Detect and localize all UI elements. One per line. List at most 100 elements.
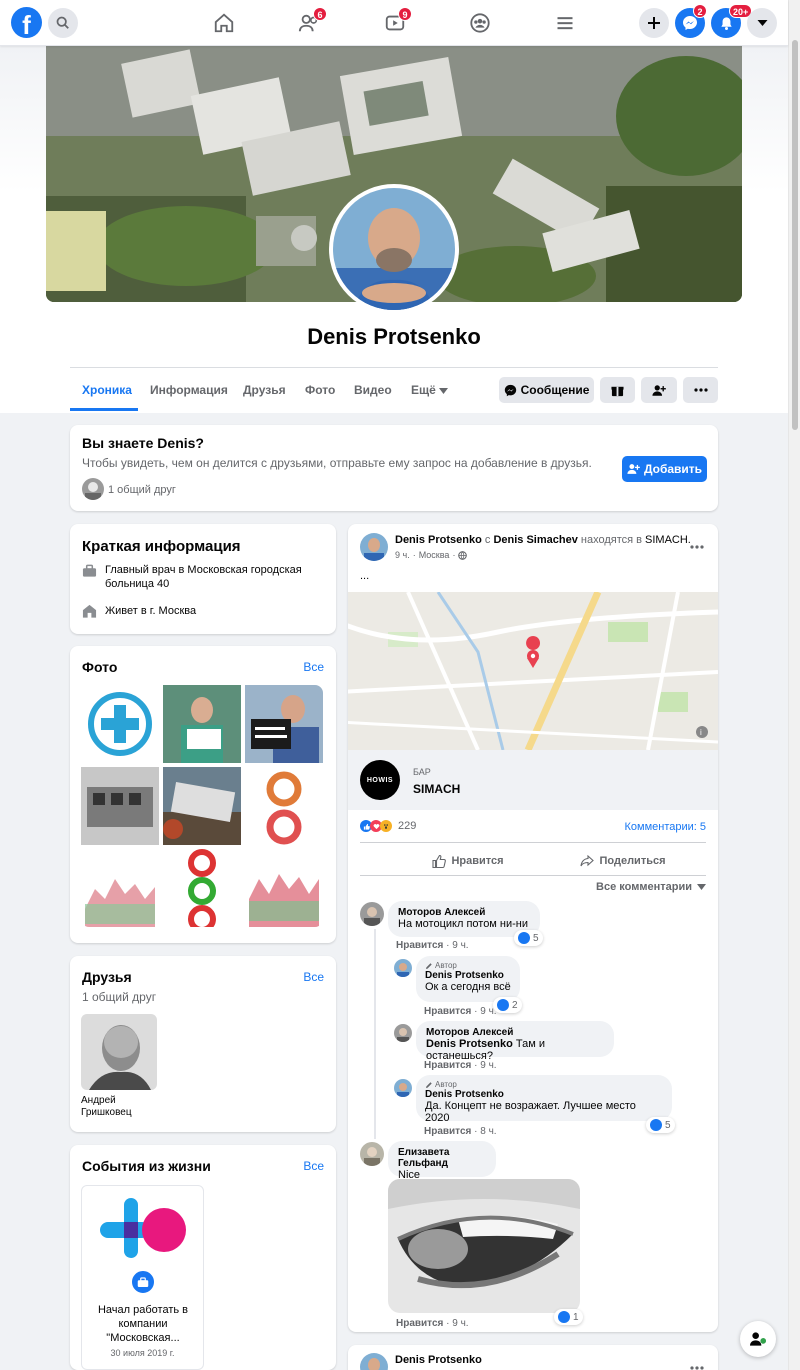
more-options-button[interactable] xyxy=(683,377,718,403)
comment-time[interactable]: 9 ч. xyxy=(480,1060,496,1071)
comment-author[interactable]: Denis Protsenko xyxy=(425,970,511,981)
post-author-avatar[interactable] xyxy=(360,533,388,561)
tab-photos[interactable]: Фото xyxy=(305,383,335,397)
place-category: БАР xyxy=(413,767,431,777)
facebook-logo-icon[interactable]: f xyxy=(11,7,42,38)
post-options-button[interactable] xyxy=(690,538,704,552)
post-tagged-friend[interactable]: Denis Simachev xyxy=(493,534,577,546)
mutual-friends-count[interactable]: 1 общий друг xyxy=(108,484,176,496)
photo-thumbnail[interactable] xyxy=(163,685,241,763)
home-icon[interactable] xyxy=(212,11,236,35)
page-scrollbar[interactable] xyxy=(788,0,800,1370)
post-place-link[interactable]: SIMACH. xyxy=(645,534,691,546)
photos-title: Фото xyxy=(82,659,118,675)
divider xyxy=(360,842,706,843)
post-time[interactable]: 9 ч. xyxy=(395,550,410,560)
search-icon xyxy=(56,16,69,29)
comment-reactions[interactable]: 5 xyxy=(646,1117,675,1133)
life-events-see-all-link[interactable]: Все xyxy=(303,1159,324,1173)
friend-photo[interactable] xyxy=(81,1014,157,1090)
message-button[interactable]: Сообщение xyxy=(499,377,594,403)
thumbs-up-icon xyxy=(432,854,447,868)
friends-see-all-link[interactable]: Все xyxy=(303,970,324,984)
add-friend-small-button[interactable] xyxy=(641,377,677,403)
comment-author[interactable]: Denis Protsenko xyxy=(425,1089,663,1100)
comment-time[interactable]: 9 ч. xyxy=(452,1318,468,1329)
profile-avatar[interactable] xyxy=(329,184,459,314)
all-comments-filter[interactable]: Все комментарии xyxy=(596,881,706,893)
place-card[interactable]: HOWIS БАР SIMACH xyxy=(348,750,718,810)
comment-text: Да. Концепт не возражает. Лучшее место 2… xyxy=(425,1100,636,1124)
all-comments-label: Все комментарии xyxy=(596,881,692,893)
comments-count-link[interactable]: Комментарии: 5 xyxy=(624,821,706,833)
pencil-icon xyxy=(426,962,432,969)
photo-thumbnail[interactable] xyxy=(81,685,159,763)
commenter-avatar[interactable] xyxy=(360,902,384,926)
photos-card: Фото Все xyxy=(70,646,336,943)
briefcase-icon xyxy=(129,1268,157,1296)
comment-like-link[interactable]: Нравится xyxy=(424,1126,471,1137)
account-button[interactable] xyxy=(747,8,777,38)
commenter-avatar[interactable] xyxy=(394,1024,412,1042)
reactions-summary[interactable]: 229 xyxy=(360,820,416,832)
new-message-fab[interactable] xyxy=(740,1321,776,1357)
comment-author[interactable]: Моторов Алексей xyxy=(398,907,530,918)
tab-friends[interactable]: Друзья xyxy=(243,383,286,397)
create-button[interactable] xyxy=(639,8,669,38)
tab-more[interactable]: Ещё xyxy=(411,383,449,397)
add-friend-button[interactable]: Добавить xyxy=(622,456,707,482)
post-author-avatar[interactable] xyxy=(360,1353,388,1370)
photo-thumbnail[interactable] xyxy=(245,685,323,763)
tab-timeline[interactable]: Хроника xyxy=(82,383,132,397)
post-header: Denis Protsenko с Denis Simachev находят… xyxy=(395,534,695,546)
tab-about[interactable]: Информация xyxy=(150,383,228,397)
post-location[interactable]: Москва xyxy=(419,550,450,560)
post-options-button[interactable] xyxy=(690,1359,704,1370)
comment-reactions[interactable]: 1 xyxy=(554,1309,583,1325)
groups-icon[interactable] xyxy=(468,11,492,35)
active-tab-indicator xyxy=(70,408,138,411)
comment-author[interactable]: Моторов Алексей xyxy=(426,1027,604,1038)
photo-thumbnail[interactable] xyxy=(163,849,241,927)
comment-author[interactable]: Елизавета Гельфанд xyxy=(398,1147,486,1169)
comment-attachment-image[interactable] xyxy=(388,1179,580,1313)
photos-see-all-link[interactable]: Все xyxy=(303,660,324,674)
life-event-item[interactable]: Начал работать в компании "Московская...… xyxy=(81,1185,204,1370)
photo-thumbnail[interactable] xyxy=(245,849,323,927)
bell-icon xyxy=(720,16,732,30)
photo-thumbnail[interactable] xyxy=(81,767,159,845)
comment-time[interactable]: 9 ч. xyxy=(480,1006,496,1017)
comment-like-link[interactable]: Нравится xyxy=(424,1006,471,1017)
photo-thumbnail[interactable] xyxy=(163,767,241,845)
comment-like-link[interactable]: Нравится xyxy=(396,940,443,951)
post-map[interactable]: i xyxy=(348,592,718,750)
like-button[interactable]: Нравится xyxy=(408,850,528,872)
comment-mention[interactable]: Denis Protsenko xyxy=(426,1038,513,1050)
like-reaction-icon xyxy=(650,1119,662,1131)
mutual-friend-avatar[interactable] xyxy=(82,478,104,500)
commenter-avatar[interactable] xyxy=(394,959,412,977)
comment-reactions[interactable]: 5 xyxy=(514,930,543,946)
post-author[interactable]: Denis Protsenko xyxy=(395,1354,482,1366)
friend-name[interactable]: Андрей Гришковец xyxy=(81,1095,161,1119)
wow-reaction-icon xyxy=(380,820,392,832)
gift-button[interactable] xyxy=(600,377,635,403)
tab-videos[interactable]: Видео xyxy=(354,383,392,397)
photo-thumbnail[interactable] xyxy=(245,767,323,845)
search-button[interactable] xyxy=(48,8,78,38)
commenter-avatar[interactable] xyxy=(360,1142,384,1166)
comment-like-link[interactable]: Нравится xyxy=(396,1318,443,1329)
share-button[interactable]: Поделиться xyxy=(573,850,673,872)
post-author[interactable]: Denis Protsenko xyxy=(395,534,482,546)
place-logo: HOWIS xyxy=(360,760,400,800)
comment-like-link[interactable]: Нравится xyxy=(424,1060,471,1071)
photo-thumbnail[interactable] xyxy=(81,849,159,927)
caret-down-icon xyxy=(757,20,767,26)
comment-time[interactable]: 8 ч. xyxy=(480,1126,496,1137)
svg-text:i: i xyxy=(700,728,702,737)
comment-reactions[interactable]: 2 xyxy=(493,997,522,1013)
comment-time[interactable]: 9 ч. xyxy=(452,940,468,951)
menu-icon[interactable] xyxy=(553,11,577,35)
commenter-avatar[interactable] xyxy=(394,1079,412,1097)
like-reaction-icon xyxy=(518,932,530,944)
